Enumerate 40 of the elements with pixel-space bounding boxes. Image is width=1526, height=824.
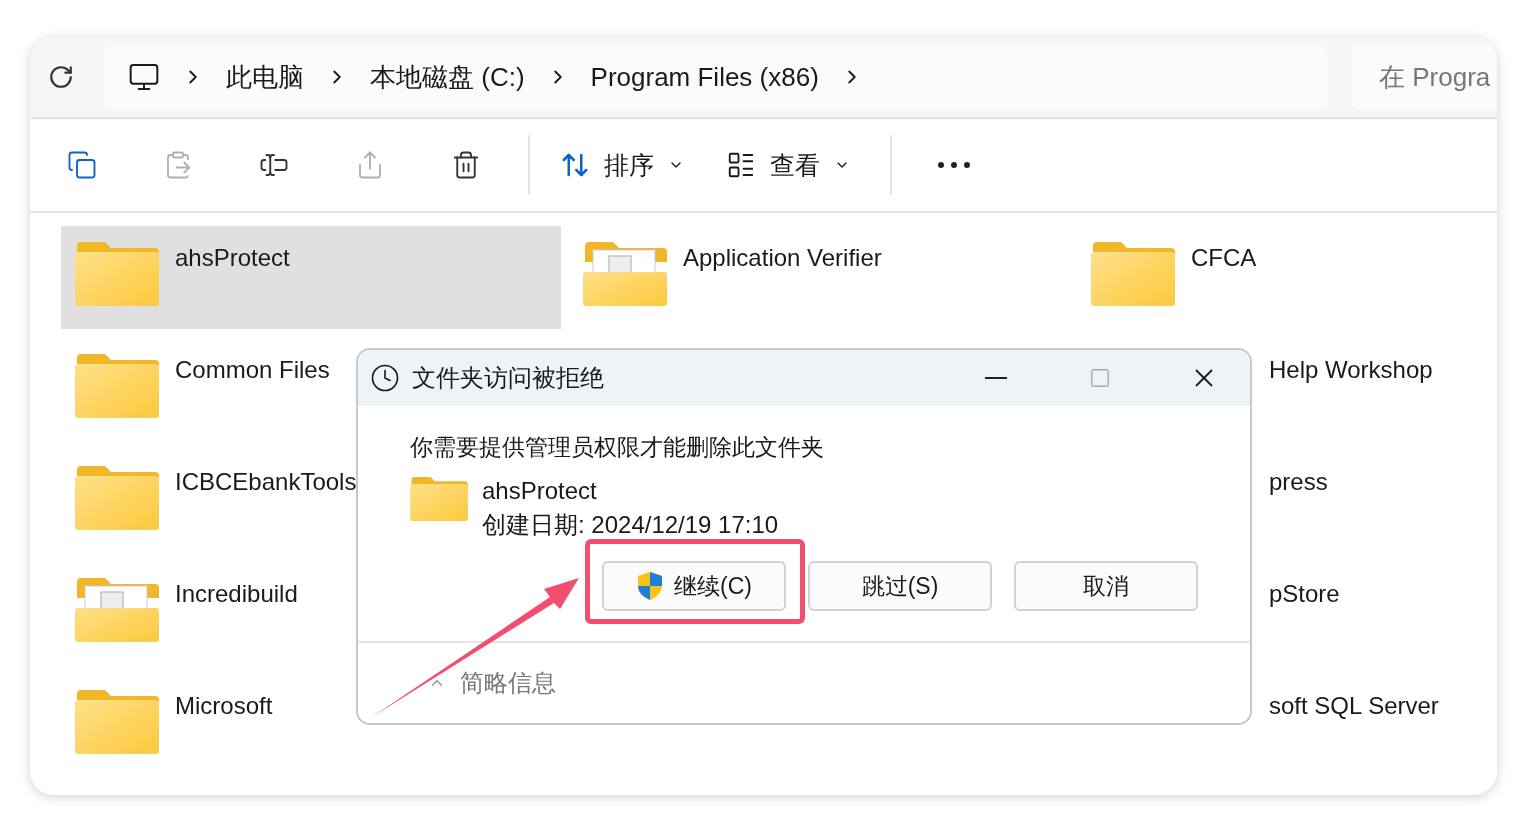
folder-name: soft SQL Server [1269,691,1439,720]
folder-name: ahsProtect [175,243,290,272]
maximize-icon [1089,367,1111,389]
breadcrumb-item[interactable]: 本地磁盘 (C:) [370,59,525,95]
folder-name: CFCA [1191,243,1257,272]
folder-icon [75,242,159,306]
folder-name: Help Workshop [1269,355,1433,384]
folder-name: Incredibuild [175,579,298,608]
shield-icon [636,571,665,601]
folder-document-icon [75,578,159,642]
breadcrumb-item[interactable]: 此电脑 [226,59,304,95]
copy-icon [67,150,97,180]
dialog-button[interactable]: 取消 [1014,561,1198,611]
folder-item[interactable]: ahsProtect [61,226,561,329]
folder-name: Application Verifier [683,243,882,272]
folder-name: Common Files [175,355,330,384]
search-field[interactable]: 在 Progra [1351,45,1497,109]
refresh-icon [48,64,74,90]
breadcrumb-item[interactable]: Program Files (x86) [590,61,819,93]
more-icon [938,162,970,168]
folder-name: Microsoft [175,691,273,720]
view-menu-button[interactable]: 查看 [710,135,866,195]
continue-button[interactable]: 继续(C) [602,561,786,611]
dialog-button[interactable]: 跳过(S) [808,561,992,611]
folder-icon [75,690,159,754]
folder-icon [1091,242,1175,306]
folder-icon [75,354,159,418]
trash-icon [451,150,481,180]
folder-name: pStore [1269,579,1340,608]
folder-icon [410,477,468,521]
minimize-icon [985,377,1007,379]
folder-document-icon [583,242,667,306]
folder-name: press [1269,467,1328,496]
computer-icon [128,61,160,93]
sort-menu-button[interactable]: 排序 [544,135,700,195]
folder-name: ICBCEbankTools [175,467,357,496]
clock-icon [370,363,400,393]
address-bar[interactable]: 此电脑 本地磁盘 (C:) Program Files (x86) [104,45,1327,109]
list-view-icon [726,150,756,180]
folder-icon [75,466,159,530]
